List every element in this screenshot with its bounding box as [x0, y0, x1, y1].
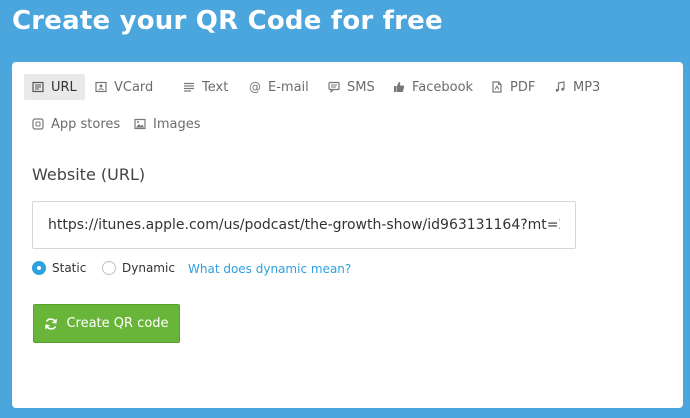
url-icon [32, 81, 44, 93]
dynamic-help-link[interactable]: What does dynamic mean? [188, 262, 351, 276]
tab-label: Text [202, 79, 229, 95]
tab-text[interactable]: Text [175, 74, 236, 100]
static-option[interactable]: Static [32, 261, 86, 275]
tab-facebook[interactable]: Facebook [385, 74, 481, 100]
at-icon: @ [249, 80, 261, 94]
music-icon [554, 81, 566, 93]
page-title: Create your QR Code for free [12, 6, 443, 36]
tab-label: Facebook [412, 79, 474, 95]
tab-label: SMS [347, 79, 375, 95]
qr-mode-options: Static Dynamic What does dynamic mean? [32, 261, 672, 279]
tab-pdf[interactable]: PDF [483, 74, 543, 100]
pdf-icon [491, 81, 503, 93]
dynamic-label: Dynamic [122, 261, 175, 275]
image-icon [134, 118, 146, 130]
tab-sms[interactable]: SMS [320, 74, 383, 100]
tab-mp3[interactable]: MP3 [546, 74, 608, 100]
website-url-label: Website (URL) [32, 165, 146, 184]
static-radio[interactable] [32, 261, 46, 275]
static-label: Static [52, 261, 87, 275]
tab-label: URL [51, 79, 77, 95]
dynamic-radio[interactable] [102, 261, 116, 275]
tab-label: PDF [510, 79, 536, 95]
text-icon [183, 81, 195, 93]
create-qr-code-button[interactable]: Create QR code [33, 304, 180, 343]
tab-images[interactable]: Images [126, 111, 209, 137]
create-qr-code-label: Create QR code [66, 316, 169, 331]
url-input[interactable] [32, 201, 576, 249]
tab-app-stores[interactable]: App stores [24, 111, 128, 137]
thumbs-up-icon [393, 81, 405, 93]
tab-url[interactable]: URL [24, 74, 85, 100]
tab-vcard[interactable]: VCard [87, 74, 161, 100]
tab-label: App stores [51, 116, 121, 132]
qr-generator-card: URL VCard Text @ E-mail SMS Facebook PDF [12, 62, 683, 408]
tab-label: Images [153, 116, 201, 132]
app-store-icon [32, 118, 44, 130]
tab-label: E-mail [268, 79, 309, 95]
tab-label: VCard [114, 79, 154, 95]
sms-icon [328, 81, 340, 93]
tab-email[interactable]: @ E-mail [241, 74, 317, 100]
vcard-icon [95, 81, 107, 93]
refresh-icon [44, 317, 58, 331]
tab-label: MP3 [573, 79, 601, 95]
dynamic-option[interactable]: Dynamic [102, 261, 175, 275]
